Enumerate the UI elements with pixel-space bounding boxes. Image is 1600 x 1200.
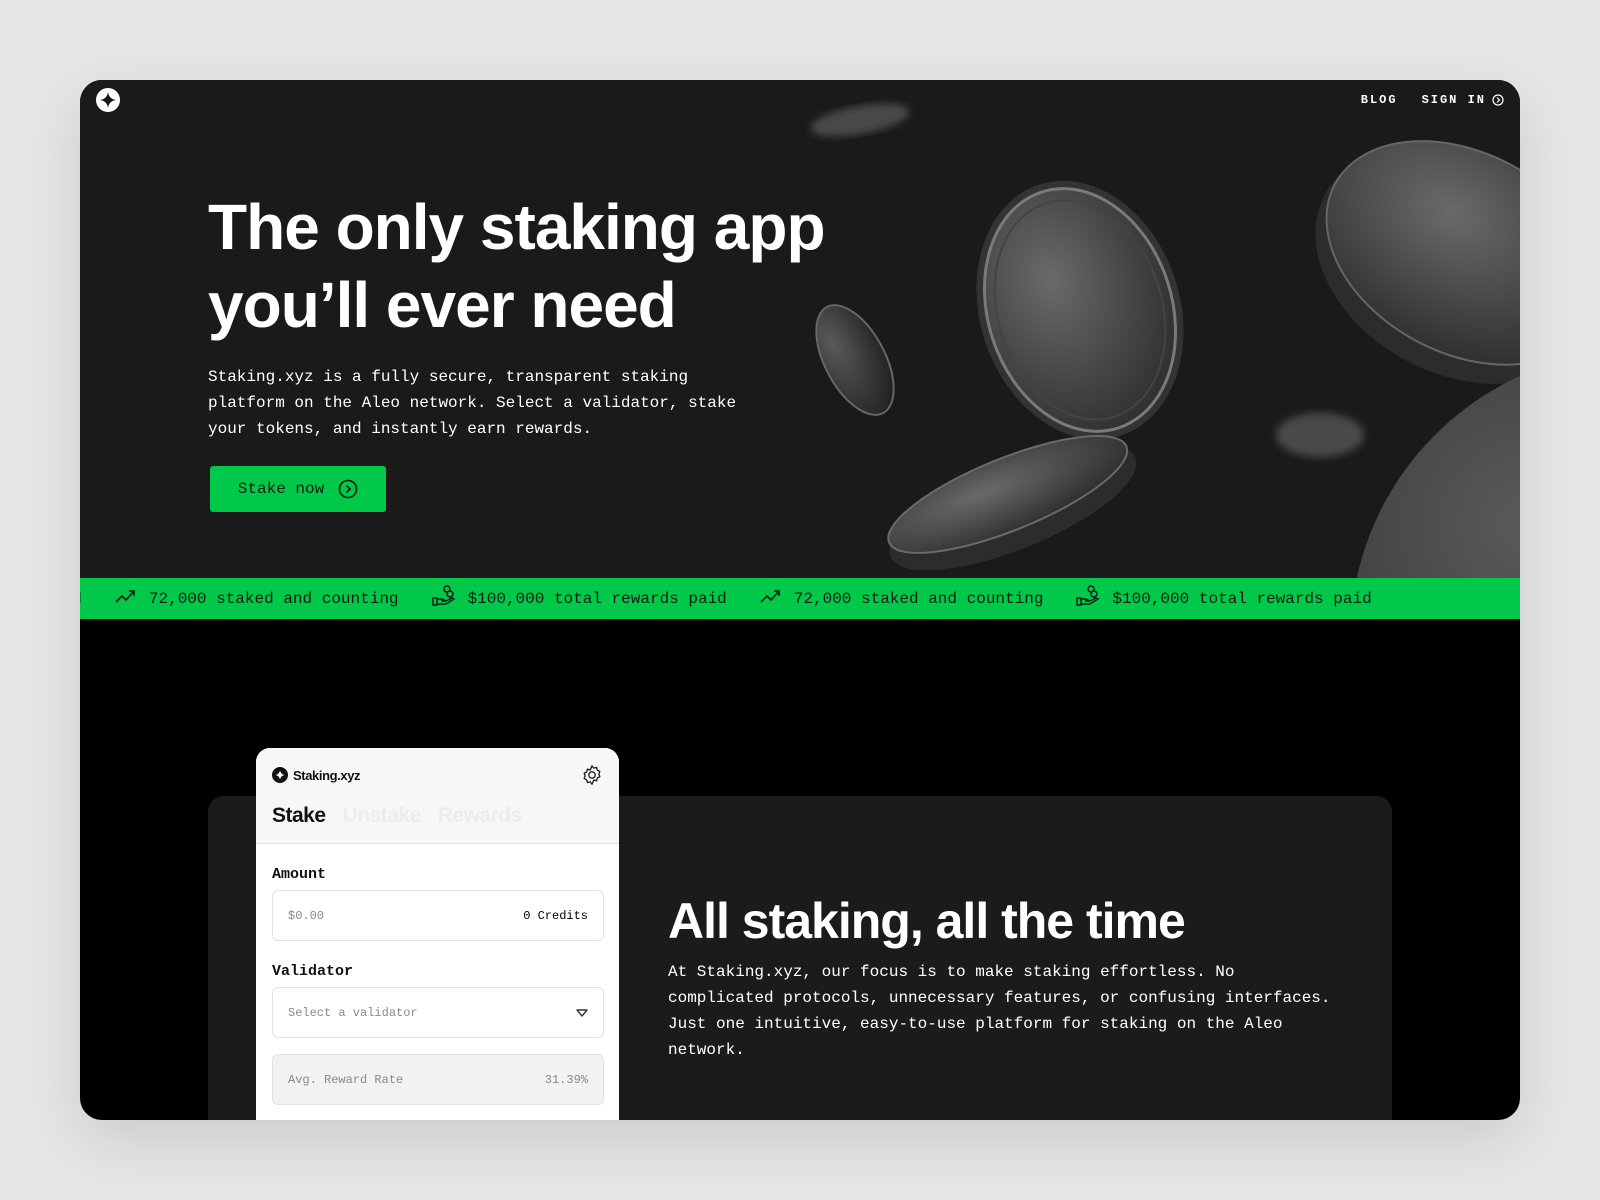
ticker-text: $100,000 total rewards paid — [1112, 589, 1372, 608]
ticker-item: $100,000 total rewards paid — [80, 585, 82, 612]
validator-label: Validator — [272, 963, 354, 980]
chevron-down-icon — [576, 1008, 588, 1017]
hero-section: BLOG SIGN IN The only staking app you’ll … — [80, 80, 1520, 578]
top-nav: BLOG SIGN IN — [1361, 93, 1504, 107]
tab-unstake[interactable]: Unstake — [343, 804, 422, 828]
ticker-text: $100,000 total rewards paid — [467, 589, 727, 608]
stake-now-label: Stake now — [237, 480, 325, 498]
ticker-item: 72,000 staked and counting — [115, 588, 399, 609]
logo-icon — [272, 767, 288, 783]
hero-description: Staking.xyz is a fully secure, transpare… — [208, 368, 737, 438]
ticker-track: 72,000 staked and counting $100,000 total… — [80, 578, 1405, 619]
amount-placeholder: $0.00 — [288, 908, 325, 923]
widget-brand: Staking.xyz — [272, 767, 361, 783]
ticker-text: $100,000 total rewards paid — [80, 590, 82, 608]
brand-name: Staking.xyz — [293, 767, 361, 783]
hand-coins-icon — [431, 585, 456, 612]
widget-header: Staking.xyz Stake Unstake Rewards — [256, 748, 619, 844]
trend-up-icon — [115, 588, 137, 609]
logo-icon[interactable] — [96, 88, 120, 112]
stats-ticker: 72,000 staked and counting $100,000 total… — [80, 578, 1520, 619]
reward-rate-label: Avg. Reward Rate — [288, 1072, 404, 1087]
hero-title: The only staking app you’ll ever need — [208, 191, 826, 341]
reward-rate-row: Avg. Reward Rate 31.39% — [272, 1054, 604, 1105]
reward-rate-value: 31.39% — [544, 1072, 588, 1087]
sign-in-link[interactable]: SIGN IN — [1422, 93, 1504, 107]
amount-unit: 0 Credits — [523, 908, 588, 923]
arrow-circle-right-icon — [338, 479, 358, 499]
arrow-circle-right-icon — [1492, 94, 1504, 106]
tab-rewards[interactable]: Rewards — [438, 804, 523, 828]
trend-up-icon — [760, 588, 782, 609]
section-title: All staking, all the time — [668, 893, 1186, 949]
amount-input[interactable]: $0.00 0 Credits — [272, 890, 604, 941]
staking-widget: Staking.xyz Stake Unstake Rewards Amount… — [256, 748, 619, 1120]
ticker-item: $100,000 total rewards paid — [431, 585, 727, 612]
browser-window: BLOG SIGN IN The only staking app you’ll … — [80, 80, 1520, 1120]
hand-coins-icon — [1076, 585, 1100, 612]
sign-in-label: SIGN IN — [1421, 93, 1486, 107]
section-description: At Staking.xyz, our focus is to make sta… — [668, 963, 1331, 1059]
ticker-item: $100,000 total rewards paid — [1076, 585, 1372, 612]
amount-label: Amount — [272, 866, 327, 883]
tab-stake[interactable]: Stake — [272, 804, 326, 828]
ticker-item: 72,000 staked and counting — [760, 588, 1044, 609]
stake-now-button[interactable]: Stake now — [210, 466, 386, 512]
ticker-text: 72,000 staked and counting — [793, 589, 1044, 608]
widget-tabs: Stake Unstake Rewards — [272, 804, 522, 828]
blog-link[interactable]: BLOG — [1361, 93, 1398, 107]
validator-placeholder: Select a validator — [288, 1005, 418, 1020]
ticker-text: 72,000 staked and counting — [148, 589, 399, 608]
validator-select[interactable]: Select a validator — [272, 987, 604, 1038]
gear-icon[interactable] — [581, 764, 603, 786]
